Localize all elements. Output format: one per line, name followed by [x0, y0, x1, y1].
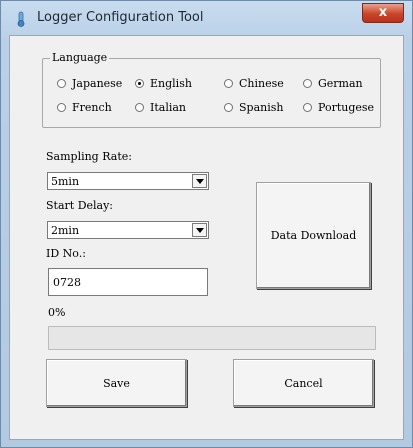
radio-circle	[57, 79, 66, 88]
radio-circle	[303, 79, 312, 88]
data-download-label: Data Download	[270, 229, 357, 242]
radio-circle	[135, 103, 144, 112]
save-label: Save	[103, 376, 130, 390]
radio-label: Portugese	[318, 101, 375, 114]
radio-circle-checked	[135, 79, 144, 88]
save-button[interactable]: Save	[46, 359, 187, 407]
radio-portugese[interactable]: Portugese	[303, 101, 374, 114]
chevron-down-icon[interactable]	[192, 174, 207, 188]
cancel-button[interactable]: Cancel	[233, 359, 374, 407]
radio-french[interactable]: French	[57, 101, 112, 114]
start-delay-select[interactable]: 2min	[47, 221, 209, 239]
radio-label: Spanish	[239, 101, 284, 114]
radio-german[interactable]: German	[303, 77, 363, 90]
start-delay-value: 2min	[51, 224, 80, 237]
radio-label: German	[318, 77, 363, 90]
radio-circle	[303, 103, 312, 112]
id-no-input[interactable]: 0728	[48, 268, 208, 296]
sampling-rate-label: Sampling Rate:	[46, 150, 132, 163]
data-download-button[interactable]: Data Download	[256, 182, 371, 289]
radio-japanese[interactable]: Japanese	[57, 77, 122, 90]
language-group: Language Japanese English Chinese German…	[42, 51, 381, 128]
radio-label: French	[72, 101, 112, 114]
radio-label: Japanese	[72, 77, 123, 90]
id-no-label: ID No.:	[46, 247, 86, 260]
title-bar[interactable]: Logger Configuration Tool x	[1, 1, 412, 35]
radio-spanish[interactable]: Spanish	[224, 101, 283, 114]
radio-label: Chinese	[239, 77, 284, 90]
dialog-body: Language Japanese English Chinese German…	[9, 35, 404, 440]
radio-english[interactable]: English	[135, 77, 192, 90]
radio-circle	[57, 103, 66, 112]
sampling-rate-select[interactable]: 5min	[47, 172, 209, 190]
id-no-value: 0728	[53, 276, 81, 289]
radio-chinese[interactable]: Chinese	[224, 77, 284, 90]
progress-percent: 0%	[48, 306, 66, 319]
progress-bar	[48, 326, 376, 350]
radio-label: English	[150, 77, 192, 90]
radio-label: Italian	[150, 101, 187, 114]
chevron-down-icon[interactable]	[192, 223, 207, 237]
close-icon: x	[378, 5, 388, 20]
app-window: Logger Configuration Tool x Language Jap…	[0, 0, 413, 448]
window-title: Logger Configuration Tool	[37, 10, 204, 25]
close-button[interactable]: x	[362, 3, 404, 23]
radio-italian[interactable]: Italian	[135, 101, 186, 114]
thermometer-icon	[17, 11, 25, 27]
cancel-label: Cancel	[284, 376, 323, 390]
start-delay-label: Start Delay:	[46, 199, 114, 212]
radio-circle	[224, 79, 233, 88]
language-group-label: Language	[50, 51, 110, 64]
sampling-rate-value: 5min	[51, 175, 80, 188]
radio-circle	[224, 103, 233, 112]
